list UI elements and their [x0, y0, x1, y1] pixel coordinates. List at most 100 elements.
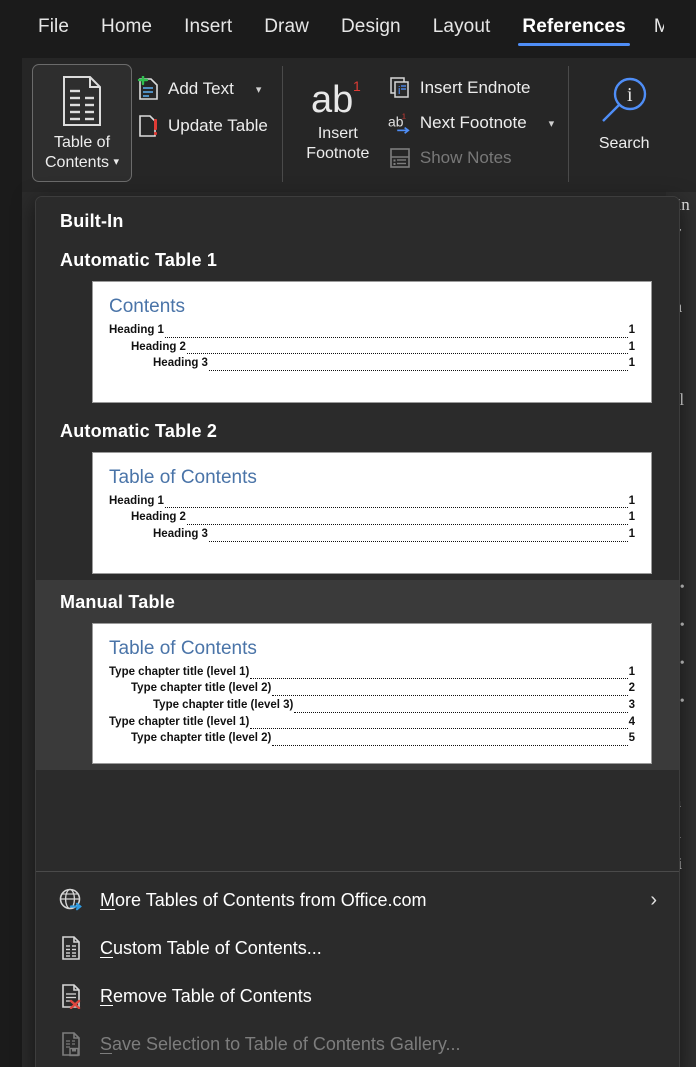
- preview-row: Heading 1 1: [109, 493, 635, 510]
- gallery-item-title: Manual Table: [36, 580, 679, 623]
- menu-item-more-tables-from-office[interactable]: More Tables of Contents from Office.com …: [36, 876, 679, 924]
- preview-row-leader: [209, 533, 628, 542]
- gallery-item-preview: Contents Heading 1 1 Heading 2 1 Heading…: [92, 281, 652, 403]
- search-researcher-label: Search: [599, 134, 650, 154]
- insert-footnote-button[interactable]: ab 1 Insert Footnote: [292, 64, 384, 182]
- insert-endnote-label: Insert Endnote: [420, 78, 531, 98]
- table-of-contents-gallery-menu: Built-In Automatic Table 1 Contents Head…: [35, 196, 680, 1067]
- svg-text:i: i: [398, 85, 400, 97]
- preview-row-text: Heading 2: [131, 509, 186, 526]
- menu-item-custom-table-of-contents[interactable]: Custom Table of Contents...: [36, 924, 679, 972]
- next-footnote-icon: ab 1: [388, 111, 412, 135]
- menu-item-label: More Tables of Contents from Office.com: [100, 890, 426, 911]
- tab-insert[interactable]: Insert: [168, 10, 248, 48]
- preview-row-leader: [250, 670, 627, 679]
- menu-item-remove-table-of-contents[interactable]: Remove Table of Contents: [36, 972, 679, 1020]
- tab-mailings[interactable]: M: [642, 10, 664, 48]
- show-notes-button: Show Notes: [384, 144, 558, 172]
- gallery-scroll-region[interactable]: Built-In Automatic Table 1 Contents Head…: [36, 197, 679, 871]
- next-footnote-label: Next Footnote: [420, 113, 527, 133]
- tab-home[interactable]: Home: [85, 10, 168, 48]
- preview-row-text: Heading 1: [109, 322, 164, 339]
- preview-row-page: 1: [629, 509, 635, 526]
- preview-row: Heading 2 1: [109, 509, 635, 526]
- preview-row: Type chapter title (level 2) 2: [109, 680, 635, 697]
- preview-row-leader: [187, 516, 628, 525]
- preview-row-text: Heading 3: [153, 355, 208, 372]
- menu-item-rest: ustom Table of Contents...: [113, 938, 322, 958]
- preview-row-page: 4: [629, 714, 635, 731]
- tab-layout[interactable]: Layout: [417, 10, 507, 48]
- preview-row-page: 1: [629, 526, 635, 543]
- insert-footnote-icon: ab 1: [307, 76, 369, 120]
- chevron-down-icon[interactable]: ▾: [113, 156, 119, 169]
- preview-row-page: 1: [629, 493, 635, 510]
- add-text-icon: [136, 76, 160, 102]
- chevron-right-icon[interactable]: ›: [650, 890, 657, 910]
- gallery-item-automatic-table-2[interactable]: Automatic Table 2 Table of Contents Head…: [36, 409, 679, 580]
- menu-item-rest: ave Selection to Table of Contents Galle…: [112, 1034, 461, 1054]
- ribbon-group-research: i Search: [568, 58, 680, 192]
- tab-draw[interactable]: Draw: [248, 10, 325, 48]
- preview-row: Heading 3 1: [109, 526, 635, 543]
- toc-label-line1: Table of: [54, 134, 110, 151]
- gallery-item-automatic-table-1[interactable]: Automatic Table 1 Contents Heading 1 1 H…: [36, 238, 679, 409]
- table-of-contents-button[interactable]: Table of Contents ▾: [32, 64, 132, 182]
- preview-row-text: Type chapter title (level 2): [131, 680, 271, 697]
- menu-item-label: Save Selection to Table of Contents Gall…: [100, 1034, 461, 1055]
- chevron-down-icon[interactable]: ▾: [256, 83, 262, 96]
- preview-row-text: Heading 2: [131, 339, 186, 356]
- preview-heading: Table of Contents: [109, 467, 635, 489]
- ribbon-references: Table of Contents ▾: [22, 58, 696, 192]
- preview-row-leader: [165, 499, 628, 508]
- preview-row-page: 1: [629, 322, 635, 339]
- ribbon-group-footnotes: ab 1 Insert Footnote i: [282, 58, 568, 192]
- preview-row: Type chapter title (level 1) 4: [109, 714, 635, 731]
- preview-heading: Table of Contents: [109, 638, 635, 660]
- save-selection-icon: [58, 1031, 84, 1057]
- next-footnote-button[interactable]: ab 1 Next Footnote ▾: [384, 109, 558, 137]
- add-text-button[interactable]: Add Text ▾: [132, 74, 272, 104]
- gallery-item-manual-table[interactable]: Manual Table Table of Contents Type chap…: [36, 580, 679, 770]
- preview-row-page: 1: [629, 355, 635, 372]
- preview-row-leader: [272, 737, 627, 746]
- preview-row-text: Heading 1: [109, 493, 164, 510]
- svg-text:1: 1: [353, 78, 361, 94]
- preview-row-page: 1: [629, 339, 635, 356]
- tab-file[interactable]: File: [22, 10, 85, 48]
- menu-item-label: Custom Table of Contents...: [100, 938, 322, 959]
- insert-endnote-button[interactable]: i Insert Endnote: [384, 74, 558, 102]
- gallery-section-label: Built-In: [36, 197, 679, 238]
- globe-office-icon: [58, 887, 84, 913]
- chevron-down-icon[interactable]: ▾: [549, 117, 555, 130]
- menu-command-list: More Tables of Contents from Office.com …: [36, 872, 679, 1067]
- update-table-label: Update Table: [168, 116, 268, 136]
- preview-row-text: Type chapter title (level 1): [109, 714, 249, 731]
- word-window: vin er sa n a şıl a ••• ••• ••• ••• g tl…: [0, 0, 696, 1067]
- update-table-button[interactable]: Update Table: [132, 111, 272, 141]
- preview-row-page: 1: [629, 664, 635, 681]
- search-researcher-button[interactable]: i Search: [578, 64, 670, 182]
- menu-item-accel: C: [100, 938, 113, 958]
- preview-row-leader: [165, 329, 628, 338]
- show-notes-label: Show Notes: [420, 148, 512, 168]
- gallery-item-title: Automatic Table 1: [36, 238, 679, 281]
- preview-heading: Contents: [109, 296, 635, 318]
- preview-row-text: Type chapter title (level 2): [131, 730, 271, 747]
- tab-references[interactable]: References: [506, 10, 641, 48]
- menu-item-accel: R: [100, 986, 113, 1006]
- add-text-label: Add Text: [168, 79, 234, 99]
- preview-spacer: [109, 372, 635, 386]
- ribbon-tab-bar: File Home Insert Draw Design Layout Refe…: [0, 0, 696, 58]
- table-of-contents-button-label: Table of Contents ▾: [45, 133, 119, 172]
- footnotes-small-commands: i Insert Endnote ab 1: [384, 64, 558, 172]
- svg-text:i: i: [627, 84, 633, 106]
- preview-row-page: 3: [629, 697, 635, 714]
- preview-spacer: [109, 543, 635, 557]
- preview-row: Type chapter title (level 1) 1: [109, 664, 635, 681]
- preview-row-text: Type chapter title (level 1): [109, 664, 249, 681]
- tab-design[interactable]: Design: [325, 10, 417, 48]
- preview-row-page: 5: [629, 730, 635, 747]
- footnote-label-line1: Insert: [318, 125, 358, 142]
- menu-item-save-selection-to-gallery: Save Selection to Table of Contents Gall…: [36, 1020, 679, 1067]
